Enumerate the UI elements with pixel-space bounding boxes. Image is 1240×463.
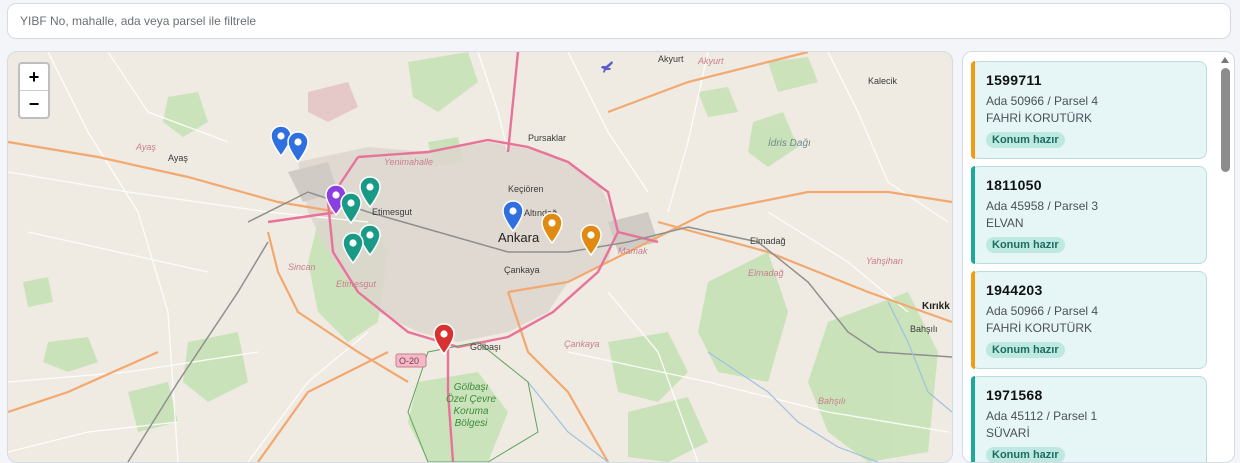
parcel-owner: ELVAN (986, 216, 1024, 230)
place-label: Yahşihan (866, 256, 903, 266)
parcel-ada: Ada 50966 / Parsel 4 (986, 94, 1099, 108)
place-label: Akyurt (658, 54, 684, 64)
place-label: Ayaş (168, 153, 188, 163)
place-label: Ankara (498, 230, 540, 245)
parcel-list-panel: 1599711 Ada 50966 / Parsel 4 FAHRİ KORUT… (962, 51, 1235, 463)
parcel-ada: Ada 45112 / Parsel 1 (986, 409, 1098, 423)
scrollbar[interactable] (1220, 57, 1230, 457)
filter-input[interactable] (8, 4, 1230, 38)
parcel-ada: Ada 50966 / Parsel 4 (986, 304, 1099, 318)
road-shield-label: O-20 (399, 356, 420, 366)
parcel-id: 1971568 (986, 387, 1043, 403)
parcel-id: 1599711 (986, 72, 1042, 88)
parcel-owner: SÜVARİ (986, 426, 1030, 440)
filter-box (7, 3, 1231, 39)
place-label: Ayaş (136, 142, 156, 152)
park-label: Gölbaşı Özel Çevre Koruma Bölgesi (446, 382, 497, 429)
place-label: Kırıkk (922, 301, 950, 312)
status-badge: Konum hazır (986, 237, 1065, 253)
map-pin-red[interactable] (432, 323, 456, 355)
place-label: Gölbaşı (470, 342, 502, 352)
place-label: Pursaklar (528, 133, 567, 143)
place-label: Etimesgut (372, 207, 413, 217)
status-badge: Konum hazır (986, 342, 1065, 358)
zoom-out-button[interactable]: − (20, 90, 48, 117)
place-label: Akyurt (698, 56, 724, 66)
zoom-control: + − (18, 62, 50, 119)
map-view[interactable]: Akyurt Akyurt Kalecik Ayaş Ayaş Pursakla… (7, 51, 953, 463)
place-label: Çankaya (564, 339, 600, 349)
scroll-up-arrow-icon[interactable] (1221, 57, 1229, 63)
parcel-id: 1811050 (986, 177, 1042, 193)
parcel-card[interactable]: 1944203 Ada 50966 / Parsel 4 FAHRİ KORUT… (971, 271, 1207, 369)
parcel-card[interactable]: 1811050 Ada 45958 / Parsel 3 ELVAN Konum… (971, 166, 1207, 264)
place-label: Mamak (618, 246, 648, 256)
parcel-owner: FAHRİ KORUTÜRK (986, 111, 1093, 125)
place-label: Etimesgut (336, 279, 377, 289)
place-label: Elmadağ (750, 236, 786, 246)
map-pin-blue[interactable] (286, 131, 310, 163)
zoom-in-button[interactable]: + (20, 64, 48, 90)
status-badge: Konum hazır (986, 132, 1065, 148)
map-pin-teal[interactable] (341, 232, 365, 264)
map-pin-orange[interactable] (579, 224, 603, 256)
place-label: Çankaya (504, 265, 540, 275)
scroll-thumb[interactable] (1220, 68, 1230, 172)
place-label: Sincan (288, 262, 316, 272)
place-label: Kalecik (868, 76, 898, 86)
parcel-id: 1944203 (986, 282, 1043, 298)
parcel-owner: FAHRİ KORUTÜRK (986, 321, 1093, 335)
parcel-ada: Ada 45958 / Parsel 3 (986, 199, 1099, 213)
place-label: Keçiören (508, 184, 544, 194)
map-pin-teal[interactable] (339, 192, 363, 224)
map-pin-orange[interactable] (540, 212, 564, 244)
place-label: Bahşılı (910, 324, 938, 334)
place-label: Yenimahalle (384, 157, 434, 167)
status-badge: Konum hazır (986, 447, 1065, 462)
place-label: Elmadağ (748, 268, 784, 278)
parcel-card[interactable]: 1599711 Ada 50966 / Parsel 4 FAHRİ KORUT… (971, 61, 1207, 159)
place-label: İdris Dağı (768, 138, 811, 149)
map-pin-blue[interactable] (501, 200, 525, 232)
place-label: Bahşılı (818, 396, 846, 406)
